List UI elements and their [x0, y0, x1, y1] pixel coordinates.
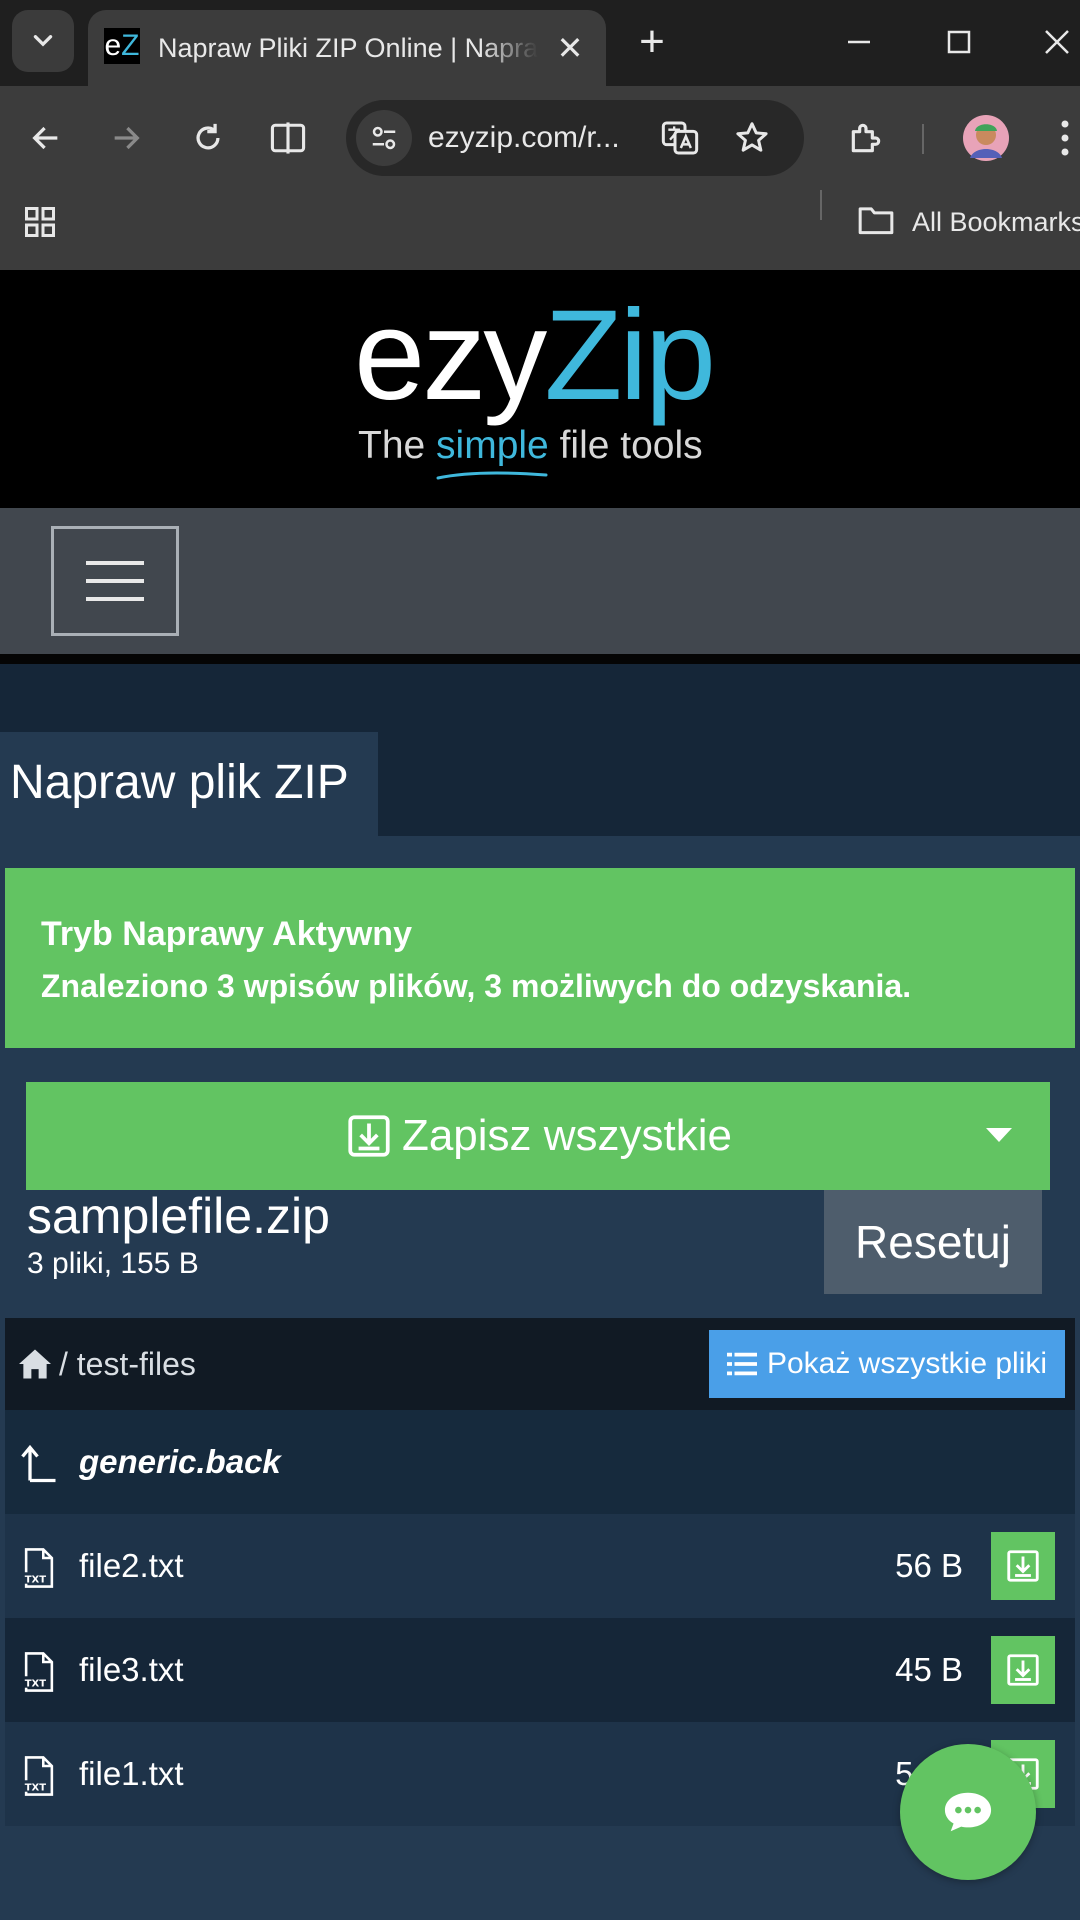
split-view-icon — [270, 122, 306, 154]
save-all-label: Zapisz wszystkie — [401, 1111, 733, 1160]
svg-text:TXT: TXT — [25, 1574, 47, 1585]
svg-text:TXT: TXT — [25, 1782, 47, 1793]
download-icon — [1007, 1550, 1039, 1582]
tab-close-icon[interactable]: ✕ — [552, 30, 588, 66]
site-navbar — [0, 508, 1080, 654]
repair-mode-alert: Tryb Naprawy Aktywny Znaleziono 3 wpisów… — [5, 868, 1075, 1048]
save-all-button[interactable]: Zapisz wszystkie — [26, 1082, 1050, 1190]
svg-text:TXT: TXT — [25, 1678, 47, 1689]
file-name: file3.txt — [79, 1651, 184, 1688]
archive-summary: 3 pliki, 155 B — [27, 1247, 199, 1280]
alert-title: Tryb Naprawy Aktywny — [41, 915, 412, 953]
chat-button[interactable] — [900, 1744, 1036, 1880]
archive-filename: samplefile.zip — [27, 1188, 330, 1244]
page-title: Napraw plik ZIP — [10, 756, 349, 809]
menu-toggle-button[interactable] — [51, 526, 179, 636]
browser-menu-button[interactable] — [1050, 112, 1080, 164]
show-all-files-label: Pokaż wszystkie pliki — [766, 1347, 1048, 1380]
download-file-button[interactable] — [991, 1636, 1055, 1704]
apps-button[interactable] — [16, 198, 64, 246]
ezyzip-logo[interactable]: ezyZip — [354, 290, 734, 422]
path-bar: / test-files Pokaż wszystkie pliki — [5, 1318, 1075, 1410]
forward-button[interactable] — [100, 112, 152, 164]
file-size: 45 B — [895, 1651, 963, 1688]
close-window-button[interactable] — [1034, 16, 1080, 68]
alert-message: Znaleziono 3 wpisów plików, 3 możliwych … — [41, 968, 912, 1004]
browser-tab-strip: eZ Napraw Pliki ZIP Online | Napraw Plik… — [0, 0, 1080, 86]
back-button[interactable] — [20, 112, 72, 164]
site-header: ezyZip The simple file tools — [0, 270, 1080, 508]
minimize-icon — [848, 40, 870, 44]
bookmarks-divider — [820, 190, 822, 220]
all-bookmarks-link[interactable]: All Bookmarks — [912, 202, 1080, 242]
tab-title: Napraw Pliki ZIP Online | Napraw Pliki Z… — [158, 33, 538, 63]
url-text: ezyzip.com/r... — [428, 121, 620, 154]
tab-search-button[interactable] — [12, 10, 74, 72]
close-icon — [1045, 30, 1069, 54]
translate-icon — [661, 121, 699, 155]
maximize-button[interactable] — [930, 16, 988, 68]
page-title-tab: Napraw plik ZIP — [0, 732, 378, 836]
txt-file-icon: TXT — [23, 1652, 54, 1692]
chat-bubble-icon — [944, 1792, 992, 1832]
parent-directory-row[interactable]: generic.back — [5, 1410, 1075, 1514]
parent-directory-name: generic.back — [79, 1443, 281, 1480]
reset-button[interactable]: Resetuj — [824, 1190, 1042, 1294]
apps-grid-icon — [25, 207, 55, 237]
minimize-button[interactable] — [830, 16, 888, 68]
star-icon — [736, 122, 768, 152]
tagline-underline — [436, 471, 548, 480]
reload-icon — [196, 123, 220, 150]
translate-button[interactable] — [654, 112, 706, 164]
extensions-button[interactable] — [840, 112, 892, 164]
more-vertical-icon — [1061, 120, 1069, 156]
download-icon — [1007, 1654, 1039, 1686]
bookmark-star-button[interactable] — [726, 112, 778, 164]
split-view-button[interactable] — [262, 112, 314, 164]
arrow-right-icon — [114, 126, 140, 150]
avatar-icon — [963, 115, 1009, 161]
reload-button[interactable] — [182, 112, 234, 164]
hamburger-icon — [86, 561, 144, 601]
txt-file-icon: TXT — [23, 1756, 54, 1796]
level-up-icon — [21, 1444, 56, 1483]
show-all-files-button[interactable]: Pokaż wszystkie pliki — [709, 1330, 1065, 1398]
file-name: file1.txt — [79, 1755, 184, 1792]
browser-toolbar: ezyzip.com/r... All Bookmarks — [0, 86, 1080, 270]
bookmarks-folder-icon[interactable] — [852, 196, 900, 244]
folder-icon — [858, 207, 894, 235]
txt-file-icon: TXT — [23, 1548, 54, 1588]
chevron-down-icon — [33, 35, 53, 47]
dropdown-caret-icon[interactable] — [986, 1128, 1012, 1142]
arrow-left-icon — [32, 126, 58, 150]
new-tab-button[interactable]: + — [630, 18, 674, 66]
maximize-icon — [947, 30, 971, 54]
file-row[interactable]: TXT file2.txt 56 B — [5, 1514, 1075, 1618]
puzzle-icon — [851, 123, 881, 153]
file-browser: / test-files Pokaż wszystkie pliki gener… — [5, 1318, 1075, 1826]
home-icon[interactable] — [17, 1348, 53, 1380]
site-info-button[interactable] — [356, 110, 412, 166]
download-file-button[interactable] — [991, 1532, 1055, 1600]
file-row[interactable]: TXT file3.txt 45 B — [5, 1618, 1075, 1722]
logo-tagline: The simple file tools — [358, 424, 703, 467]
address-bar[interactable]: ezyzip.com/r... — [346, 100, 804, 176]
navbar-border — [0, 654, 1080, 664]
file-name: file2.txt — [79, 1547, 184, 1584]
tune-icon — [372, 126, 396, 150]
toolbar-divider — [922, 124, 924, 154]
ezyzip-favicon: eZ — [104, 28, 140, 64]
current-path[interactable]: / test-files — [59, 1342, 196, 1386]
list-icon — [726, 1352, 757, 1376]
browser-tab-active[interactable]: eZ Napraw Pliki ZIP Online | Napraw Plik… — [88, 10, 606, 86]
file-size: 56 B — [895, 1547, 963, 1584]
profile-avatar[interactable] — [958, 110, 1014, 166]
download-box-icon — [348, 1115, 390, 1157]
